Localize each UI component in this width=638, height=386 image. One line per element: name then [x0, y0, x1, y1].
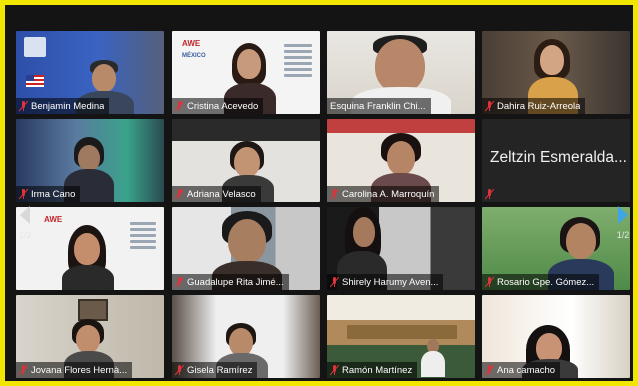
- participant-tile[interactable]: AWE: [16, 207, 164, 290]
- participant-name-tag: Benjamin Medina: [16, 98, 110, 114]
- participant-face: [228, 219, 266, 263]
- participant-tile[interactable]: Jovana Flores Hernà...: [16, 295, 164, 378]
- participant-tile-active-speaker[interactable]: Esquina Franklin Chi...: [327, 31, 475, 114]
- chevron-left-icon: [20, 206, 30, 224]
- participant-name-tag: Ramón Martínez: [327, 362, 418, 378]
- participant-name: Esquina Franklin Chi...: [330, 100, 426, 112]
- participant-name: Cristina Acevedo: [187, 100, 259, 112]
- next-page-button[interactable]: 1/2: [611, 190, 633, 256]
- participant-tile[interactable]: AWE MÉXICO Cristina Acevedo: [172, 31, 320, 114]
- participant-tile[interactable]: Dahira Ruiz-Arreola: [482, 31, 630, 114]
- participant-name: Shirely Harumy Aven...: [342, 276, 439, 288]
- participant-name-tag: Guadalupe Rita Jimé...: [172, 274, 289, 290]
- participant-tile[interactable]: Carolina A. Marroquín: [327, 119, 475, 202]
- participant-face: [353, 217, 375, 247]
- participant-face: [74, 233, 100, 265]
- participant-face: [387, 141, 415, 175]
- us-flag-icon: [26, 75, 44, 87]
- video-grid: Benjamin Medina AWE MÉXICO Cristina Acev…: [5, 5, 633, 381]
- participant-name-tag: Shirely Harumy Aven...: [327, 274, 444, 290]
- participant-name-tag: Carolina A. Marroquín: [327, 186, 440, 202]
- participant-name: Irma Cano: [31, 188, 76, 200]
- participant-name: Benjamin Medina: [31, 100, 105, 112]
- participant-tile[interactable]: Gisela Ramírez: [172, 295, 320, 378]
- participant-tile[interactable]: Rosario Gpe. Gómez...: [482, 207, 630, 290]
- mic-muted-icon: [19, 100, 28, 111]
- participant-name: Adriana Velasco: [187, 188, 256, 200]
- participant-name: Gisela Ramírez: [187, 364, 253, 376]
- participant-tile[interactable]: Guadalupe Rita Jimé...: [172, 207, 320, 290]
- wall-frame-icon: [78, 299, 108, 321]
- participant-name-tag: Rosario Gpe. Gómez...: [482, 274, 600, 290]
- mic-muted-icon: [330, 188, 339, 199]
- mic-muted-icon: [175, 100, 184, 111]
- mic-muted-icon: [485, 364, 494, 375]
- participant-face: [229, 328, 253, 356]
- participant-tile[interactable]: Ramón Martínez: [327, 295, 475, 378]
- participant-tile[interactable]: Shirely Harumy Aven...: [327, 207, 475, 290]
- table-icon: [347, 325, 457, 339]
- mic-muted-icon: [485, 188, 494, 199]
- awe-logo: AWE: [44, 215, 63, 224]
- logo-icon: [24, 37, 46, 57]
- participant-video-off-name: Zeltzin Esmeralda...: [490, 149, 627, 166]
- page-indicator: 1/2: [18, 230, 32, 240]
- previous-page-button[interactable]: 1/2: [13, 190, 37, 256]
- participant-tile-video-off[interactable]: Zeltzin Esmeralda...: [482, 119, 630, 202]
- participant-tile[interactable]: Irma Cano: [16, 119, 164, 202]
- mic-muted-icon: [485, 276, 494, 287]
- participant-name-tag: Esquina Franklin Chi...: [327, 98, 431, 114]
- participant-face: [76, 325, 100, 353]
- mic-muted-icon: [485, 100, 494, 111]
- participant-name-tag: Cristina Acevedo: [172, 98, 264, 114]
- participant-name: Ana camacho: [497, 364, 556, 376]
- participant-name-tag: [482, 186, 502, 202]
- chevron-right-icon: [618, 206, 628, 224]
- slide-country: MÉXICO: [182, 53, 206, 59]
- participant-name: Jovana Flores Hernà...: [31, 364, 128, 376]
- participant-face: [234, 147, 260, 177]
- mic-muted-icon: [19, 364, 28, 375]
- participant-face: [92, 64, 116, 92]
- mic-muted-icon: [330, 364, 339, 375]
- participant-name-tag: Dahira Ruiz-Arreola: [482, 98, 586, 114]
- mic-muted-icon: [175, 364, 184, 375]
- page-indicator: 1/2: [616, 230, 630, 240]
- participant-face: [566, 223, 596, 259]
- participant-face: [540, 45, 564, 75]
- participant-name-tag: Jovana Flores Hernà...: [16, 362, 133, 378]
- participant-face: [375, 39, 425, 93]
- mic-muted-icon: [175, 276, 184, 287]
- participant-name: Ramón Martínez: [342, 364, 413, 376]
- mic-muted-icon: [330, 276, 339, 287]
- participant-tile[interactable]: Adriana Velasco: [172, 119, 320, 202]
- participant-name: Guadalupe Rita Jimé...: [187, 276, 284, 288]
- mic-muted-icon: [175, 188, 184, 199]
- participant-tile[interactable]: Benjamin Medina: [16, 31, 164, 114]
- participant-face: [78, 145, 100, 171]
- participant-name-tag: Adriana Velasco: [172, 186, 261, 202]
- awe-logo: AWE: [182, 39, 201, 48]
- participant-name-tag: Gisela Ramírez: [172, 362, 258, 378]
- participant-name: Rosario Gpe. Gómez...: [497, 276, 595, 288]
- participant-name-tag: Ana camacho: [482, 362, 561, 378]
- participant-name: Carolina A. Marroquín: [342, 188, 435, 200]
- participant-tile[interactable]: Ana camacho: [482, 295, 630, 378]
- participant-face: [237, 49, 261, 79]
- participant-name: Dahira Ruiz-Arreola: [497, 100, 581, 112]
